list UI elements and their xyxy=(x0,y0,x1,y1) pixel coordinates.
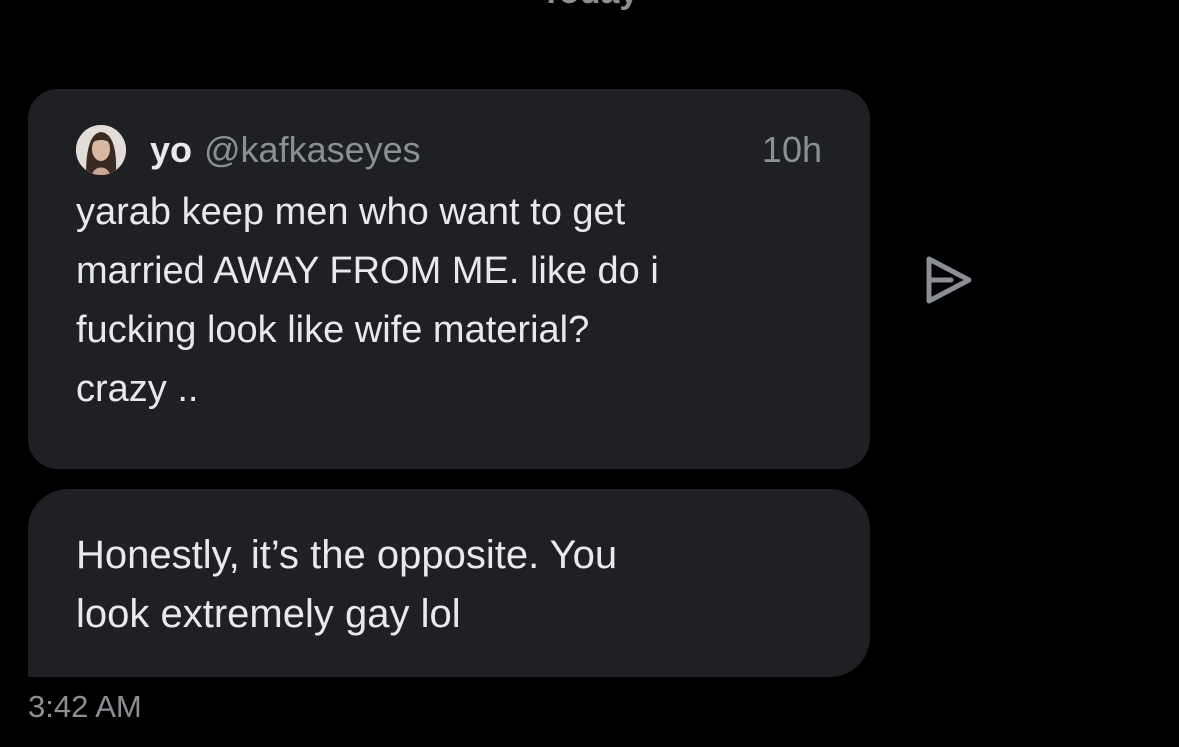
share-arrow-icon[interactable] xyxy=(921,253,975,307)
avatar[interactable] xyxy=(76,125,126,175)
message-timestamp: 3:42 AM xyxy=(28,689,142,724)
quoted-author-name: yo xyxy=(150,129,193,170)
quoted-author-handle: @kafkaseyes xyxy=(204,129,421,170)
quoted-tweet-time: 10h xyxy=(761,129,822,170)
reply-message-bubble[interactable]: Honestly, it’s the opposite. You look ex… xyxy=(28,489,870,677)
quoted-tweet-header: yo @kafkaseyes 10h xyxy=(76,125,822,175)
date-header: Today xyxy=(0,0,1179,12)
quoted-tweet-bubble[interactable]: yo @kafkaseyes 10h yarab keep men who wa… xyxy=(28,89,870,469)
quoted-tweet-text: yarab keep men who want to get married A… xyxy=(76,191,659,410)
reply-message-text: Honestly, it’s the opposite. You look ex… xyxy=(76,533,618,636)
